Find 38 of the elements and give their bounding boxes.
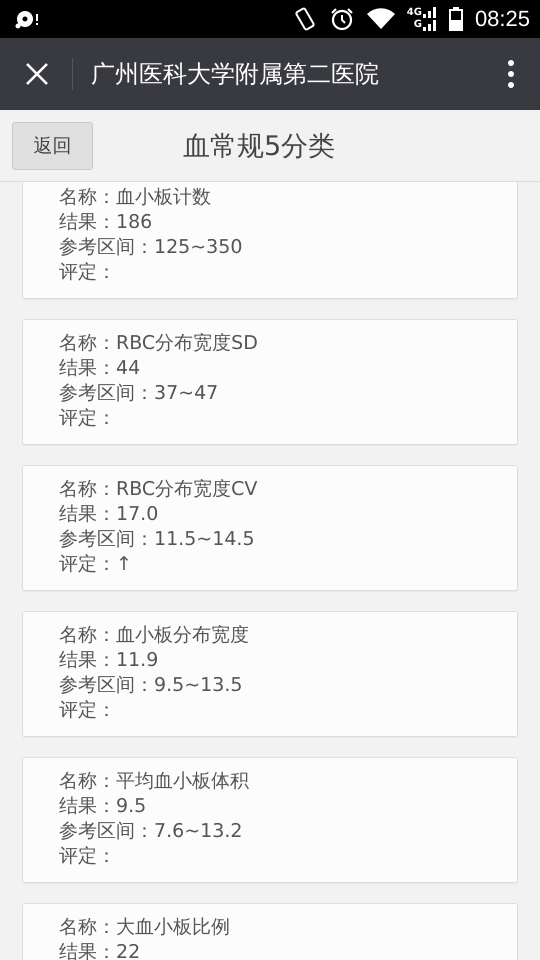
close-button[interactable] — [24, 61, 50, 87]
result-line: 结果：186 — [59, 210, 154, 235]
result-line: 评定： — [59, 698, 117, 723]
app-title: 广州医科大学附属第二医院 — [91, 59, 380, 90]
result-line: 评定： — [59, 406, 117, 431]
more-button[interactable] — [506, 58, 516, 90]
result-line: 参考区间：7.6~13.2 — [59, 819, 244, 844]
result-line: 结果：9.5 — [59, 794, 148, 819]
result-line: 名称：平均血小板体积 — [59, 769, 250, 794]
result-line: 参考区间：9.5~13.5 — [59, 673, 244, 698]
result-line: 名称：血小板分布宽度 — [59, 623, 250, 648]
result-line: 名称：大血小板比例 — [59, 915, 231, 940]
result-line: 参考区间：125~350 — [59, 235, 244, 260]
result-line: 结果：22 — [59, 940, 142, 960]
back-button[interactable]: 返回 — [12, 122, 93, 170]
result-line: 结果：44 — [59, 356, 142, 381]
result-line: 参考区间：37~47 — [59, 381, 220, 406]
result-line: 结果：17.0 — [59, 502, 160, 527]
result-line: 评定： — [59, 260, 117, 285]
result-line: 结果：11.9 — [59, 648, 160, 673]
notification-icon — [14, 8, 40, 30]
result-line: 评定：↑ — [59, 552, 133, 577]
signal-icon — [422, 6, 437, 32]
battery-icon — [448, 7, 463, 31]
result-line: 名称：血小板计数 — [59, 185, 212, 210]
vibrate-icon — [292, 6, 317, 32]
network-label: 4G — [406, 7, 422, 19]
result-line: 评定： — [59, 844, 117, 869]
result-line: 名称：RBC分布宽度SD — [59, 331, 259, 356]
more-icon — [507, 59, 515, 89]
result-line: 名称：RBC分布宽度CV — [59, 477, 258, 502]
wifi-icon — [366, 8, 395, 30]
status-time: 08:25 — [474, 6, 530, 32]
close-icon — [25, 62, 49, 86]
network-label: G — [412, 19, 422, 31]
result-line: 参考区间：11.5~14.5 — [59, 527, 256, 552]
page-title: 血常规5分类 — [183, 130, 336, 164]
alarm-icon — [328, 6, 355, 32]
